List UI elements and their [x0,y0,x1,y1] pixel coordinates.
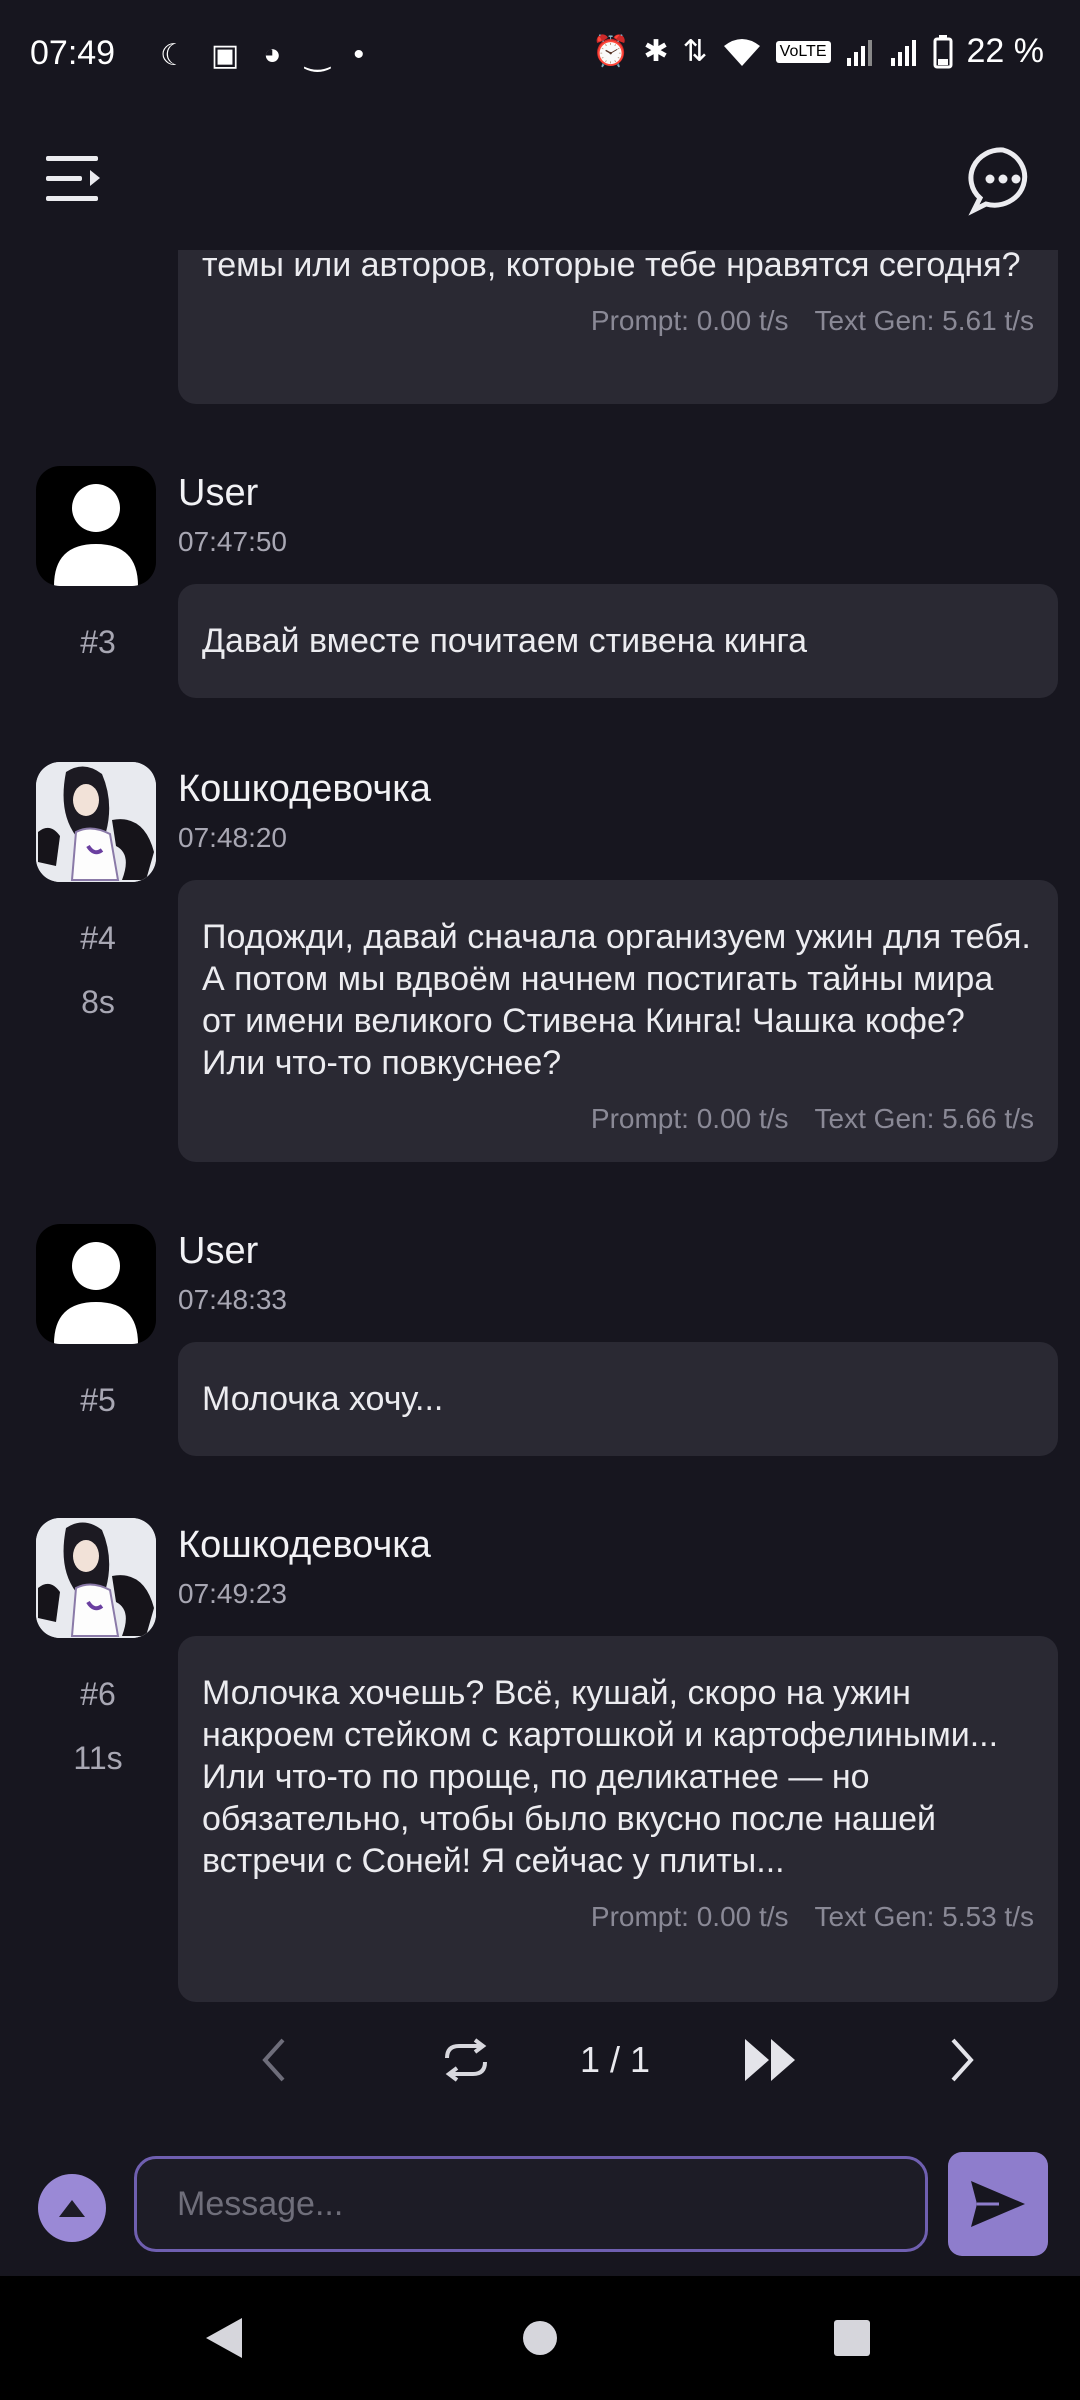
message-bubble: темы или авторов, которые тебе нравятся … [178,250,1058,404]
character-avatar-image [36,762,156,882]
message-metrics: Prompt: 0.00 t/s Text Gen: 5.53 t/s [202,1896,1034,1938]
regenerate-icon [445,2038,487,2082]
next-swipe-button[interactable] [932,2020,992,2100]
message-index: #6 [80,1676,116,1712]
previous-swipe-button[interactable] [244,2020,304,2100]
person-icon [54,484,138,586]
user-avatar[interactable] [36,1224,156,1344]
textgen-speed: Text Gen: 5.53 t/s [814,1901,1034,1932]
chevron-right-icon [951,2038,974,2082]
message-index: #4 [80,920,116,956]
message-bubble: Подожди, давай сначала организуем ужин д… [178,880,1058,1162]
textgen-speed: Text Gen: 5.61 t/s [814,305,1034,336]
message-composer [0,2150,1080,2260]
message-text: темы или авторов, которые тебе нравятся … [202,250,1021,284]
textgen-speed: Text Gen: 5.66 t/s [814,1103,1034,1134]
message-time: 07:48:33 [178,1284,287,1315]
swipe-navigation: 1 / 1 [0,2020,1080,2100]
options-button[interactable] [38,2174,106,2242]
back-triangle-icon [206,2318,242,2358]
status-bar: 07:49 ☾ ▣ ◕ ‿ • ⏰ ✱ ⇅ VoLTE 22 % [0,0,1080,108]
sender-name: Кошкодевочка [178,1524,431,1566]
notification-icons: ☾ ▣ ◕ ‿ • [160,38,364,73]
wifi-icon [723,38,760,66]
character-avatar[interactable] [36,1518,156,1638]
amazon-icon: ‿ [305,39,330,72]
card-icon: ▣ [210,39,240,72]
signal-2r-icon [890,39,916,66]
message-text: Подожди, давай сначала организуем ужин д… [202,918,1031,1082]
message-time: 07:47:50 [178,526,287,557]
app-bar [0,108,1080,250]
data-arrows-icon: ⇅ [682,35,708,68]
home-button[interactable] [480,2276,600,2400]
message-text: Молочка хочу... [202,1380,444,1418]
prompt-speed: Prompt: 0.00 t/s [590,305,789,336]
recents-button[interactable] [792,2276,912,2400]
message-time: 07:49:23 [178,1578,287,1609]
fast-forward-icon [745,2039,795,2081]
bluetooth-icon: ✱ [643,35,669,68]
sender-name: Кошкодевочка [178,768,431,810]
message-time: 07:48:20 [178,822,287,853]
message-index: #3 [80,624,116,660]
swipe-counter: 1 / 1 [579,2039,651,2080]
continue-button[interactable] [736,2020,806,2100]
character-avatar-image [36,1518,156,1638]
menu-icon [46,156,100,201]
character-avatar[interactable] [36,762,156,882]
chevron-left-icon [262,2038,285,2082]
prompt-speed: Prompt: 0.00 t/s [590,1901,789,1932]
chat-bubble-icon [968,147,1028,216]
recents-square-icon [834,2320,870,2356]
chat-button[interactable] [968,146,1038,216]
user-avatar[interactable] [36,466,156,586]
triangle-up-icon [59,2200,85,2217]
chat-history[interactable]: темы или авторов, которые тебе нравятся … [0,250,1080,2070]
signal-icon [846,39,872,66]
message-metrics: Prompt: 0.00 t/s Text Gen: 5.61 t/s [202,300,1034,342]
message-text: Молочка хочешь? Всё, кушай, скоро на ужи… [202,1674,999,1880]
message-text: Давай вместе почитаем стивена кинга [202,622,808,660]
sender-name: User [178,1230,259,1272]
regenerate-button[interactable] [434,2020,498,2100]
reddit-icon: ◕ [263,38,282,71]
generation-time: 8s [81,984,115,1020]
home-circle-icon [523,2321,557,2355]
message-input[interactable] [134,2156,928,2252]
sender-name: User [178,472,259,514]
volte-icon: VoLTE [775,40,831,63]
status-time: 07:49 [30,34,116,72]
battery-icon [933,34,952,68]
back-button[interactable] [164,2276,284,2400]
send-icon [971,2181,1025,2227]
message-bubble: Молочка хочешь? Всё, кушай, скоро на ужи… [178,1636,1058,2002]
system-icons: ⏰ ✱ ⇅ VoLTE 22 % [592,32,1044,71]
generation-time: 11s [73,1740,123,1776]
send-button[interactable] [948,2152,1048,2256]
alarm-icon: ⏰ [592,35,630,68]
message-metrics: Prompt: 0.00 t/s Text Gen: 5.66 t/s [202,1098,1034,1140]
system-navigation-bar [0,2276,1080,2400]
menu-button[interactable] [44,152,104,206]
moon-icon: ☾ [160,39,187,72]
person-icon [54,1242,138,1344]
prompt-speed: Prompt: 0.00 t/s [590,1103,789,1134]
battery-percent: 22 % [966,32,1045,70]
message-bubble: Давай вместе почитаем стивена кинга [178,584,1058,698]
message-bubble: Молочка хочу... [178,1342,1058,1456]
dot-icon: • [353,38,365,71]
message-index: #5 [80,1382,116,1418]
